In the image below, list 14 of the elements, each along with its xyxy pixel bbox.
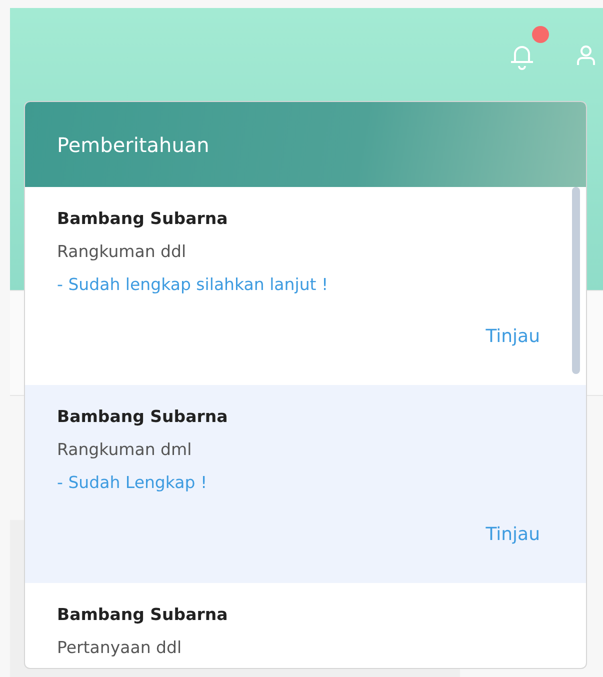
notification-subject: Rangkuman ddl xyxy=(57,240,188,263)
notification-item[interactable]: Bambang Subarna Rangkuman ddl - Sudah lengkap silahkan lanjut ! Tinjau xyxy=(25,187,586,385)
notification-item[interactable]: Bambang Subarna Pertanyaan ddl xyxy=(25,583,586,668)
notification-subject: Pertanyaan ddl xyxy=(57,636,183,659)
notification-status: - Sudah Lengkap ! xyxy=(57,472,208,494)
sender-name: Bambang Subarna xyxy=(57,406,229,428)
sender-name: Bambang Subarna xyxy=(57,604,229,626)
panel-title: Pemberitahuan xyxy=(57,132,210,158)
notification-status: - Sudah lengkap silahkan lanjut ! xyxy=(57,274,330,296)
sender-name: Bambang Subarna xyxy=(57,208,229,230)
scrollbar[interactable] xyxy=(572,187,580,374)
user-icon[interactable] xyxy=(574,43,598,67)
notification-subject: Rangkuman dml xyxy=(57,438,193,461)
notification-item[interactable]: Bambang Subarna Rangkuman dml - Sudah Lengkap ! Tinjau xyxy=(25,385,586,583)
